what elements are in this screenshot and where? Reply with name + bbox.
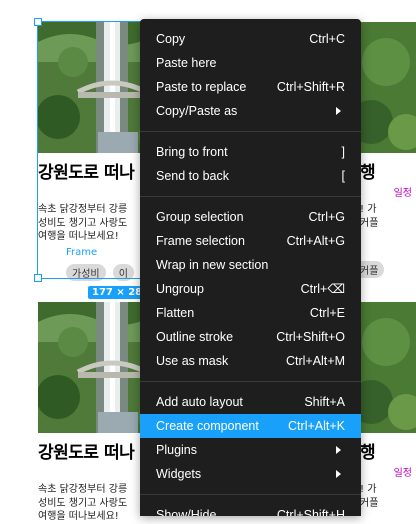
menu-item-label: Flatten [156,306,195,320]
context-menu-list: Copy Ctrl+C Paste here Paste to replace Ctrl… [140,19,361,516]
menu-item-widgets[interactable]: Widgets [140,462,361,486]
menu-item-label: Widgets [156,467,202,481]
submenu-arrow-icon [336,446,341,454]
submenu-arrow-icon [336,470,341,478]
menu-item-shortcut: [ [341,169,345,183]
menu-item-add-auto-layout[interactable]: Add auto layout Shift+A [140,390,361,414]
menu-item-label: Send to back [156,169,229,183]
desc-line: 커플 [360,217,379,229]
menu-item-label: Copy [156,32,186,46]
desc-line: ! 가 [360,484,377,495]
menu-item-shortcut: Ctrl+Alt+K [288,419,345,433]
card-subtitle: 일정 [393,188,412,199]
menu-item-frame-selection[interactable]: Frame selection Ctrl+Alt+G [140,229,361,253]
menu-item-label: Frame selection [156,234,245,248]
menu-item-label: Outline stroke [156,330,234,344]
menu-item-outline-stroke[interactable]: Outline stroke Ctrl+Shift+O [140,325,361,349]
menu-item-create-component[interactable]: Create component Ctrl+Alt+K [140,414,361,438]
card-subtitle: 일정 [393,468,412,479]
menu-item-flatten[interactable]: Flatten Ctrl+E [140,301,361,325]
menu-separator [140,131,361,132]
travel-card-partial[interactable]: 행 일정 ! 가 커플 [356,302,416,516]
menu-item-label: Paste here [156,56,217,70]
menu-item-label: Create component [156,419,259,433]
menu-item-shortcut: Ctrl+Alt+M [285,354,345,368]
menu-item-shortcut: Shift+A [304,395,345,409]
card-title: 강원도로 떠나 [38,443,135,463]
menu-item-label: Copy/Paste as [156,104,238,118]
menu-item-copy[interactable]: Copy Ctrl+C [140,27,361,51]
menu-item-ungroup[interactable]: Ungroup Ctrl+⌫ [140,277,361,301]
menu-item-label: Show/Hide [156,508,217,516]
menu-item-shortcut: Ctrl+C [309,32,345,46]
card-title: 행 [360,443,376,463]
menu-item-label: Plugins [156,443,197,457]
desc-line: ! 가 [360,204,377,215]
menu-item-wrap-in-new-section[interactable]: Wrap in new section [140,253,361,277]
menu-item-use-as-mask[interactable]: Use as mask Ctrl+Alt+M [140,349,361,373]
menu-item-show-hide[interactable]: Show/Hide Ctrl+Shift+H [140,503,361,516]
menu-separator [140,196,361,197]
menu-item-label: Ungroup [156,282,204,296]
submenu-arrow-icon [336,107,341,115]
menu-item-label: Add auto layout [156,395,243,409]
menu-item-paste-here[interactable]: Paste here [140,51,361,75]
menu-separator [140,494,361,495]
menu-separator [140,381,361,382]
frame-label: Frame [66,247,98,258]
menu-item-label: Paste to replace [156,80,247,94]
menu-item-send-to-back[interactable]: Send to back [ [140,164,361,188]
menu-item-shortcut: Ctrl+E [309,306,345,320]
menu-item-label: Use as mask [156,354,229,368]
context-menu: Copy Ctrl+C Paste here Paste to replace Ctrl… [140,19,361,516]
menu-item-plugins[interactable]: Plugins [140,438,361,462]
menu-item-shortcut: Ctrl+Alt+G [286,234,345,248]
card-title: 행 [360,163,376,183]
menu-item-group-selection[interactable]: Group selection Ctrl+G [140,205,361,229]
card-description: ! 가 커플 [360,203,378,230]
menu-item-label: Bring to front [156,145,228,159]
travel-card-partial[interactable]: 행 일정 ! 가 커플 커플 [356,22,416,284]
menu-item-shortcut: Ctrl+G [308,210,345,224]
menu-item-shortcut: Ctrl+Shift+H [276,508,345,516]
menu-item-bring-to-front[interactable]: Bring to front] [140,140,361,164]
waterfall-photo [356,302,416,433]
menu-item-shortcut: Ctrl+⌫ [300,282,345,296]
menu-item-shortcut: ] [341,145,345,159]
resize-handle-top-left[interactable] [34,18,42,26]
resize-handle-bottom-left[interactable] [34,274,42,282]
menu-item-shortcut: Ctrl+Shift+R [276,80,345,94]
waterfall-photo [356,22,416,153]
menu-item-paste-to-replace[interactable]: Paste to replace Ctrl+Shift+R [140,75,361,99]
menu-item-copy-paste-as[interactable]: Copy/Paste as [140,99,361,123]
card-description: ! 가 커플 [360,483,378,510]
menu-item-shortcut: Ctrl+Shift+O [276,330,345,344]
menu-item-label: Wrap in new section [156,258,269,272]
desc-line: 커플 [360,497,379,509]
menu-item-label: Group selection [156,210,244,224]
